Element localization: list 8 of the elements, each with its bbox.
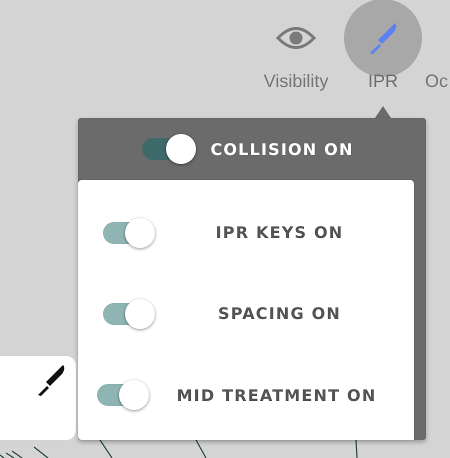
toolbar-label: Visibility (264, 71, 328, 92)
eye-icon (276, 25, 316, 51)
toggle-label: COLLISION ON (210, 140, 354, 158)
toggle-label: MID TREATMENT ON (176, 386, 378, 405)
toggle-label: IPR KEYS ON (214, 223, 344, 242)
toolbar-label: IPR (368, 71, 398, 92)
toggle-label: SPACING ON (217, 304, 342, 324)
toolbar-label: Oc (425, 71, 448, 92)
